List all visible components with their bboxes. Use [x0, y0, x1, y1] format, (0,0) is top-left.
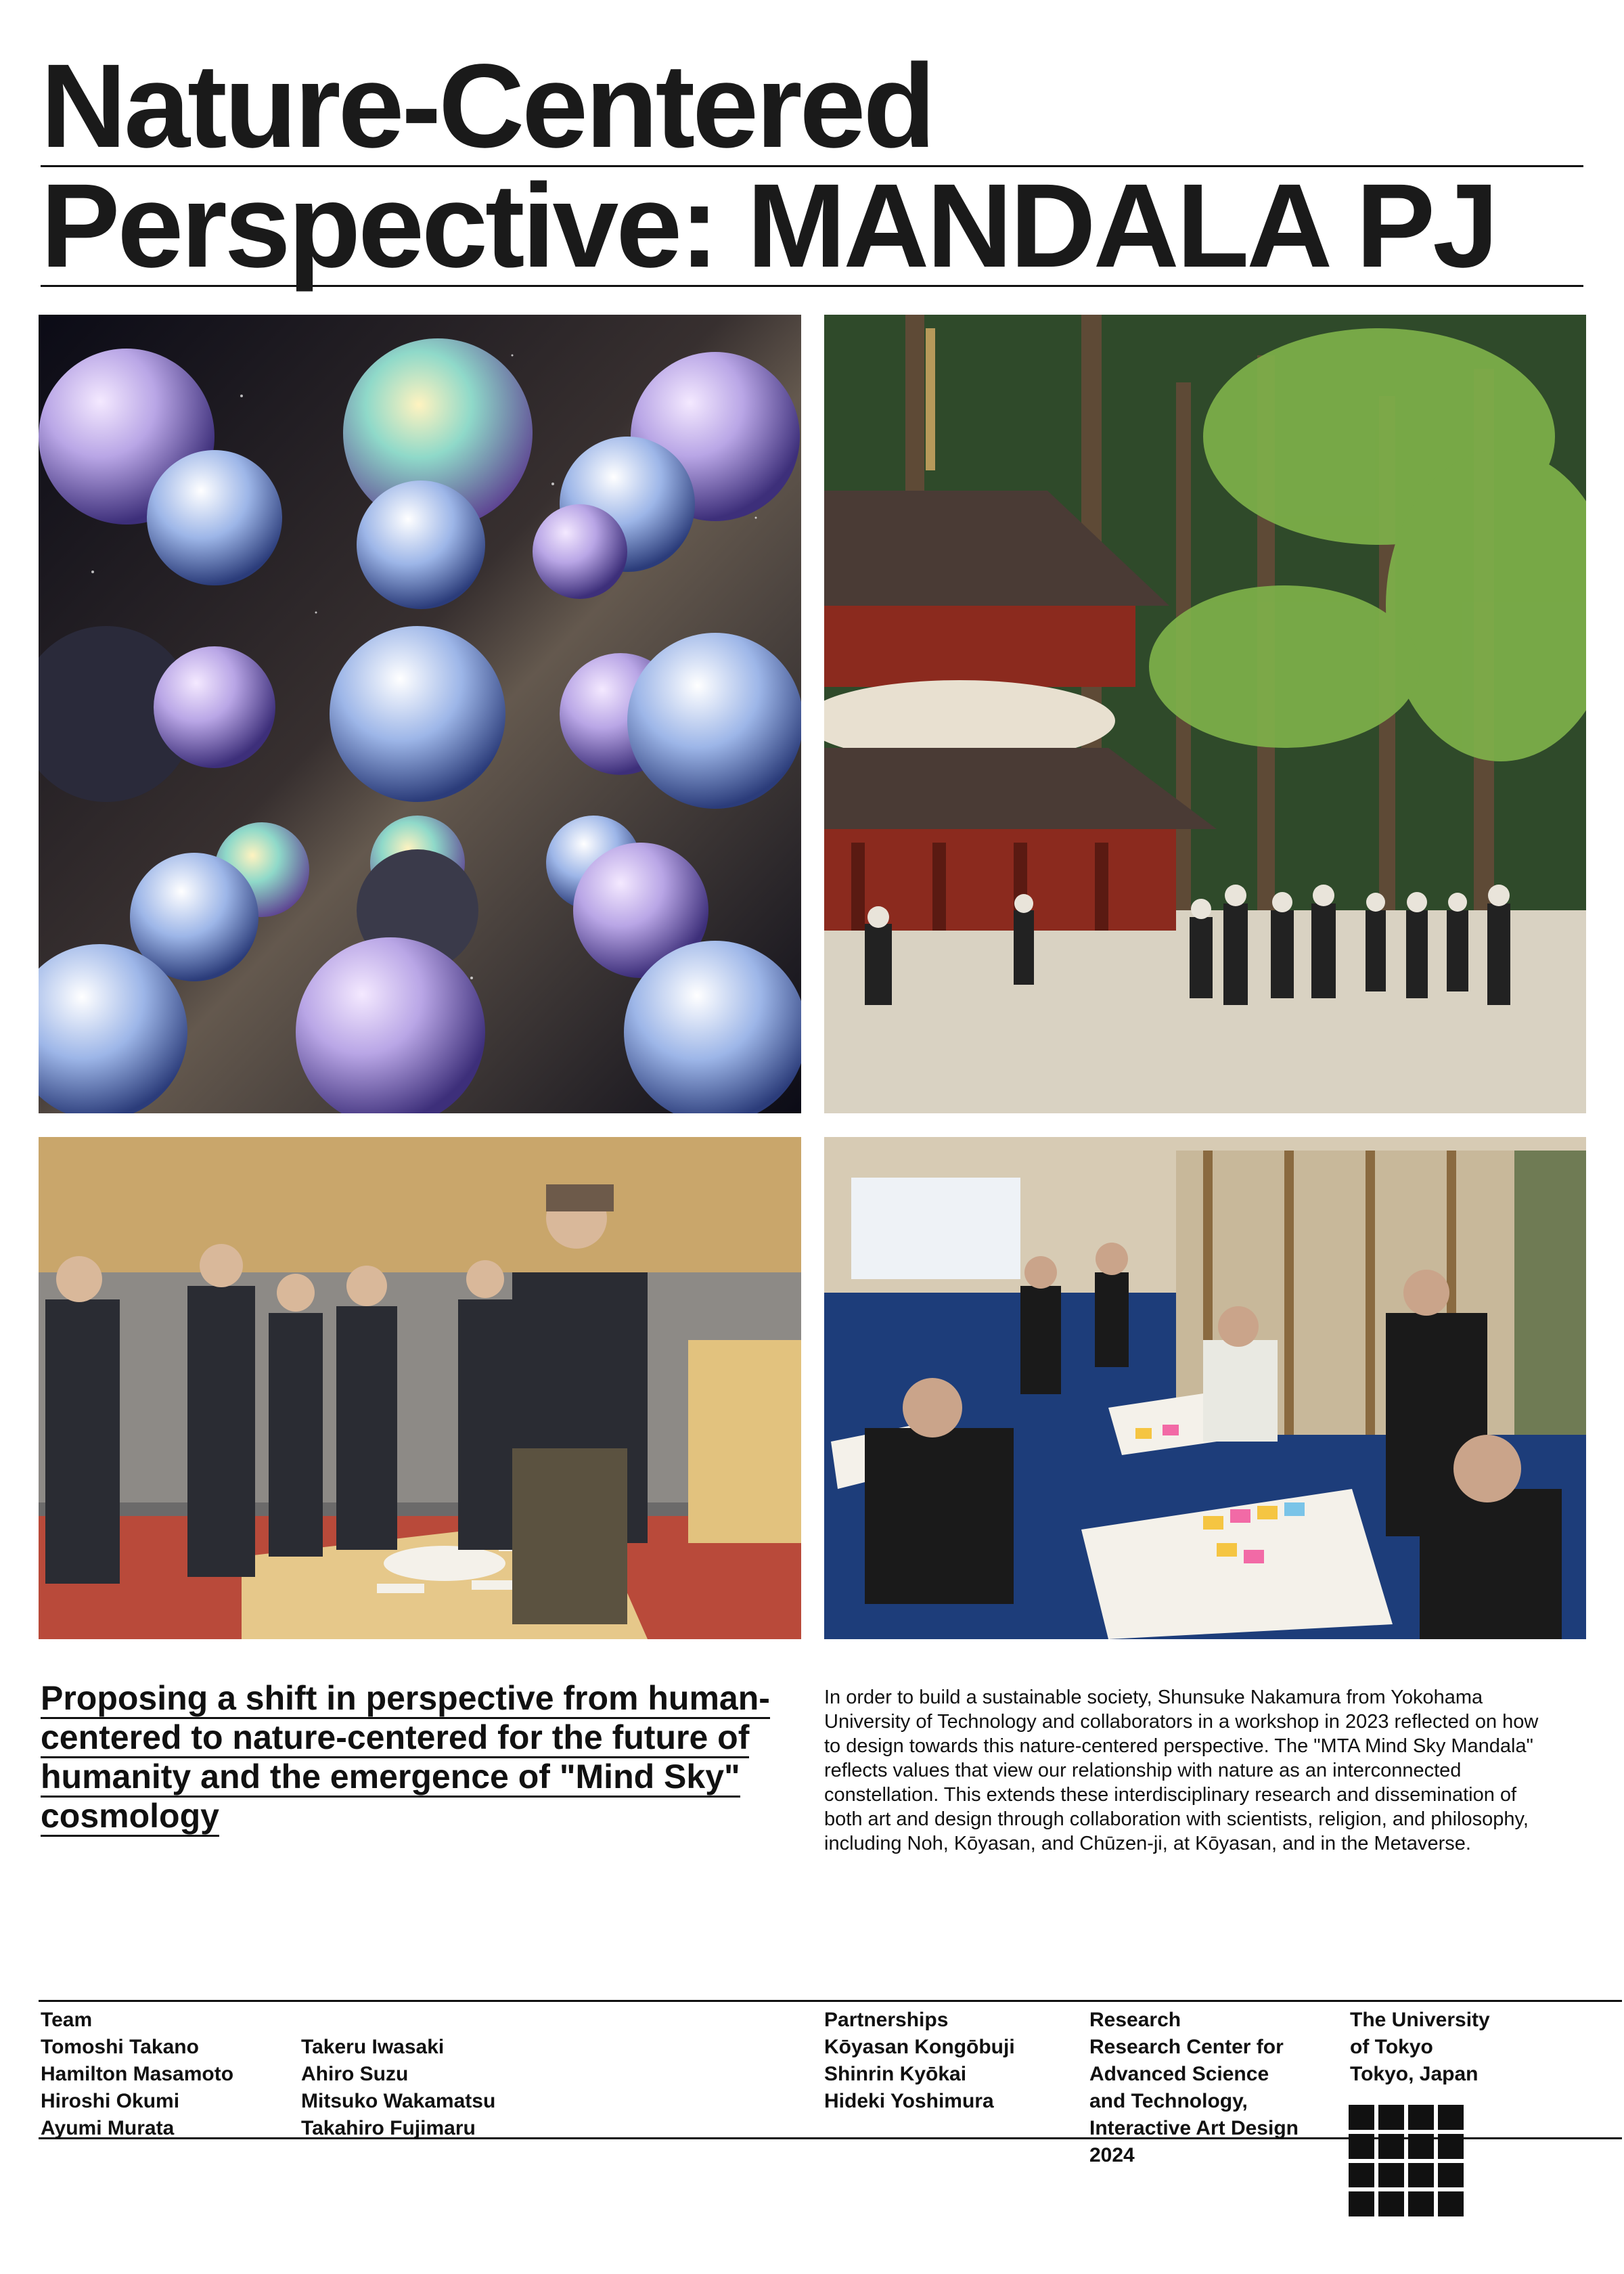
organization-line: Interactive Art Design: [1089, 2117, 1299, 2139]
team-member: Mitsuko Wakamatsu: [301, 2090, 496, 2112]
team-member: Hamilton Masamoto: [41, 2063, 234, 2085]
organization-heading: Research: [1089, 2009, 1181, 2031]
lead-text: Proposing a shift in perspective from hu…: [41, 1679, 770, 1837]
organization-line: and Technology,: [1089, 2090, 1248, 2112]
partner-item: Shinrin Kyōkai: [824, 2063, 967, 2085]
team-member: Tomoshi Takano: [41, 2036, 199, 2058]
organization-line: Research Center for: [1089, 2036, 1284, 2058]
title-line-2: Perspective: MANDALA PJ: [41, 166, 1583, 287]
university-line: The University: [1350, 2009, 1490, 2031]
team-member: Takeru Iwasaki: [301, 2036, 445, 2058]
temple-pagoda-image: [824, 315, 1586, 1113]
university-column: The University of Tokyo Tokyo, Japan: [1350, 2007, 1490, 2088]
title-line-1: Nature-Centered: [41, 47, 1583, 167]
partners-column: Partnerships Kōyasan Kongōbuji Shinrin K…: [824, 2007, 1015, 2115]
partner-item: Kōyasan Kongōbuji: [824, 2036, 1015, 2058]
exhibition-talk-image: [39, 1137, 801, 1639]
team-member: Ayumi Murata: [41, 2117, 175, 2139]
team-member: Hiroshi Okumi: [41, 2090, 180, 2112]
workshop-session-image: [824, 1137, 1586, 1639]
team-column-1: Team Tomoshi Takano Hamilton Masamoto Hi…: [41, 2007, 233, 2142]
university-logo-icon: [1349, 2105, 1464, 2216]
organization-line: Advanced Science: [1089, 2063, 1269, 2085]
organization-line: 2024: [1089, 2144, 1135, 2166]
partner-item: Hideki Yoshimura: [824, 2090, 994, 2112]
team-member: Ahiro Suzu: [301, 2063, 409, 2085]
description-paragraph: In order to build a sustainable society,…: [824, 1687, 1539, 1854]
team-heading: Team: [41, 2009, 93, 2031]
partners-heading: Partnerships: [824, 2009, 949, 2031]
sky-spheres-image: [39, 315, 801, 1113]
team-member: Takahiro Fujimaru: [301, 2117, 476, 2139]
credits-top-rule: [39, 2000, 1622, 2002]
lead-statement: Proposing a shift in perspective from hu…: [41, 1678, 792, 1837]
organization-column: Research Research Center for Advanced Sc…: [1089, 2007, 1299, 2169]
university-line: of Tokyo: [1350, 2036, 1433, 2058]
team-column-2: Takeru Iwasaki Ahiro Suzu Mitsuko Wakama…: [301, 2007, 495, 2142]
poster-title: Nature-Centered Perspective: MANDALA PJ: [41, 47, 1583, 287]
university-line: Tokyo, Japan: [1350, 2063, 1479, 2085]
